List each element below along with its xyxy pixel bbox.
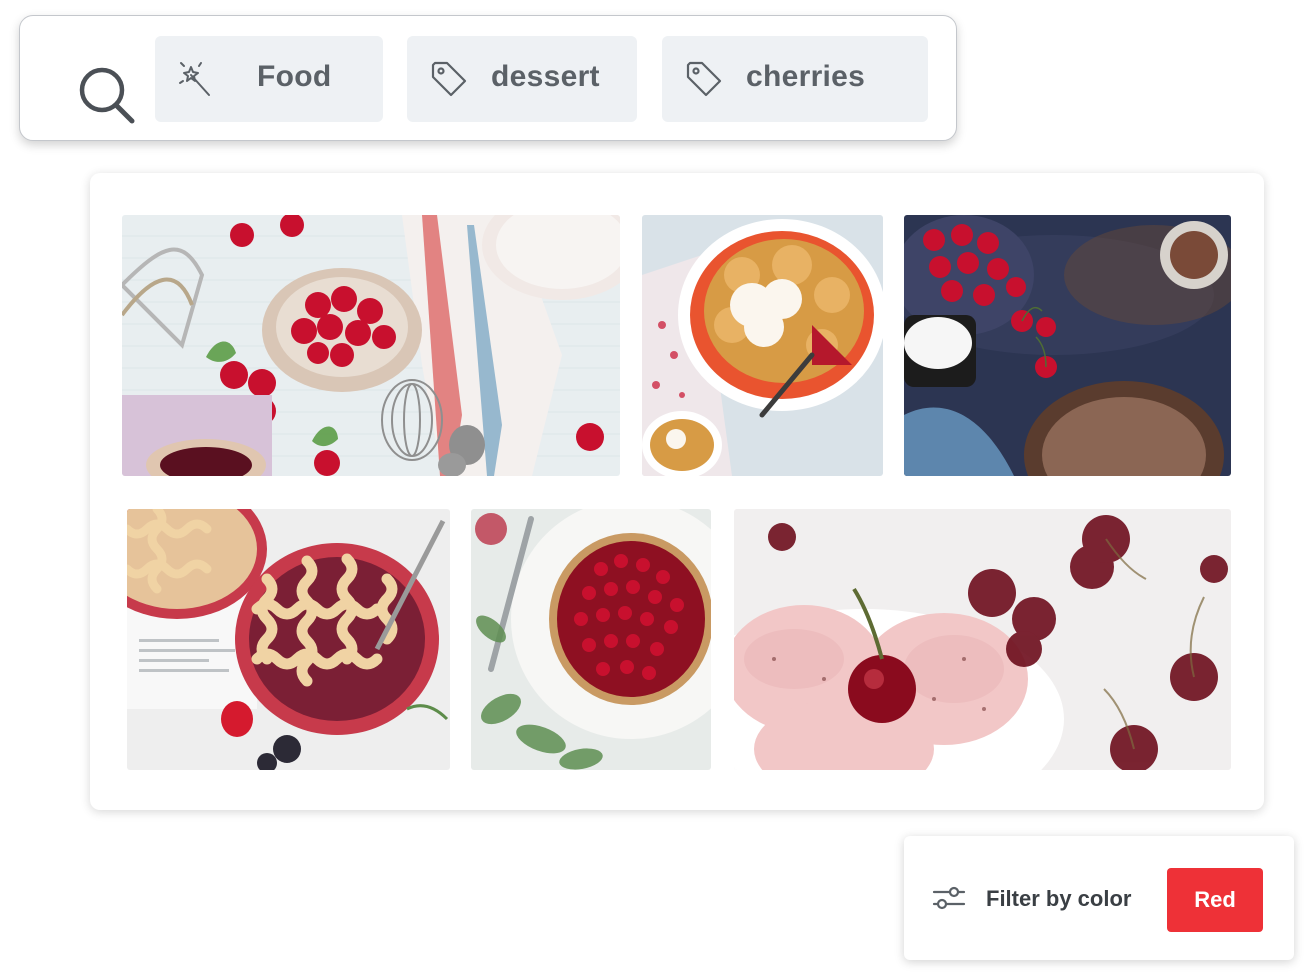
tag-chip-cherries[interactable]: cherries bbox=[662, 36, 928, 122]
tag-icon bbox=[686, 61, 722, 97]
search-icon[interactable] bbox=[76, 66, 138, 126]
sliders-icon bbox=[932, 886, 966, 910]
photo-cobbler-ice-cream[interactable] bbox=[642, 215, 883, 476]
search-bar: Food dessert cherries bbox=[19, 15, 957, 141]
photo-cherry-ice-cream[interactable] bbox=[734, 509, 1231, 770]
tag-chip-label: cherries bbox=[746, 60, 866, 93]
photo-cherries-bowl-baking[interactable] bbox=[122, 215, 620, 476]
tag-chip-label: Food bbox=[257, 60, 332, 93]
tag-chip-dessert[interactable]: dessert bbox=[407, 36, 637, 122]
filter-label: Filter by color bbox=[986, 886, 1132, 911]
photo-cranberry-tart[interactable] bbox=[471, 509, 711, 770]
magic-wand-icon bbox=[179, 62, 210, 96]
tag-icon bbox=[431, 61, 467, 97]
photo-cherries-dark-table[interactable] bbox=[904, 215, 1231, 476]
tag-chip-food[interactable]: Food bbox=[155, 36, 383, 122]
tag-chip-label: dessert bbox=[491, 60, 600, 93]
image-gallery bbox=[90, 173, 1264, 810]
color-red-button[interactable]: Red bbox=[1167, 868, 1263, 932]
color-filter-panel: Filter by color Red bbox=[904, 836, 1294, 960]
photo-lattice-pies[interactable] bbox=[127, 509, 450, 770]
